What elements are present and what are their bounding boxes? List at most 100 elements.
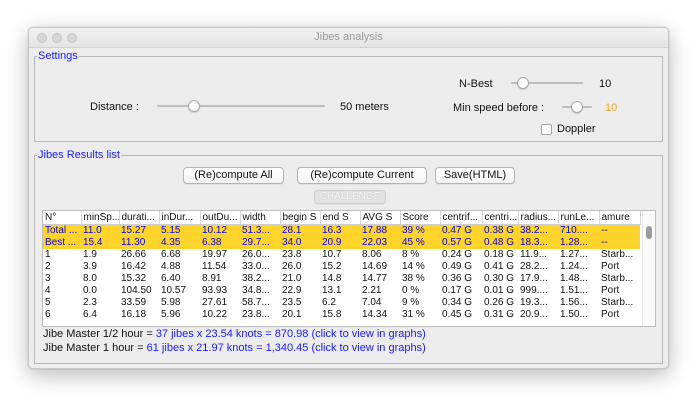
scrollbar-thumb[interactable]	[646, 226, 652, 239]
table-cell: 3.9	[83, 261, 97, 272]
table-row[interactable]: 4 0.0 104.50 10.57 93.93 34.8... 22.9 13.1 2.21 0…	[43, 285, 640, 297]
column-header[interactable]: Score	[400, 211, 441, 225]
column-header[interactable]: runLe...	[558, 211, 600, 225]
min-speed-slider-knob[interactable]	[571, 101, 583, 113]
column-header[interactable]: AVG S	[360, 211, 401, 225]
table-cell: 17.88	[360, 224, 400, 237]
table-vertical-scrollbar[interactable]	[642, 211, 655, 326]
table-cell: 15.2	[322, 261, 342, 272]
jibe-master-hour-link[interactable]: 61 jibes x 21.97 knots = 1,340.45 (click…	[147, 342, 426, 354]
table-cell: 38.2...	[518, 224, 558, 237]
table-cell: 11.0	[81, 224, 119, 237]
table-cell: Port	[601, 285, 620, 296]
table-cell: 0.57 G	[440, 237, 482, 249]
column-header[interactable]: width	[240, 211, 281, 225]
table-cell: 58.7...	[242, 297, 270, 308]
table-cell: 38.2...	[242, 273, 270, 284]
table-cell: Port	[601, 309, 620, 320]
recompute-all-button[interactable]: (Re)compute All	[183, 167, 284, 184]
n-best-slider-knob[interactable]	[517, 77, 529, 89]
table-cell: 23.5	[282, 297, 302, 308]
jibes-analysis-window: Jibes analysis Settings Distance : 50 me…	[28, 27, 669, 369]
min-speed-slider[interactable]	[562, 99, 592, 115]
table-cell: 8.0	[83, 273, 97, 284]
column-header[interactable]: N°	[43, 211, 82, 225]
jibe-master-half-hour[interactable]: Jibe Master 1/2 hour = 37 jibes x 23.54 …	[43, 328, 426, 340]
column-header[interactable]: centri...	[482, 211, 519, 225]
table-cell: 1.51...	[560, 285, 588, 296]
table-cell: 28.1	[280, 224, 320, 237]
settings-legend: Settings	[38, 50, 78, 62]
table-row[interactable]: 2 3.9 16.42 4.88 11.54 33.0... 26.0 15.2 14.69 14…	[43, 261, 640, 273]
table-cell: 3	[45, 273, 51, 284]
table-cell: 6.2	[322, 297, 336, 308]
table-row[interactable]: 6 6.4 16.18 5.96 10.22 23.8... 20.1 15.8 14.34 31…	[43, 309, 640, 321]
table-cell: 8.06	[362, 249, 382, 260]
title-bar: Jibes analysis	[29, 28, 668, 48]
column-header[interactable]: amure	[599, 211, 641, 225]
table-cell: 13.1	[322, 285, 342, 296]
table-cell: 26.66	[121, 249, 147, 260]
column-header[interactable]: begin S	[280, 211, 321, 225]
table-cell: 0.49 G	[442, 261, 473, 272]
settings-panel: Settings Distance : 50 meters N-Best 10 …	[34, 51, 663, 142]
table-cell: 0.24 G	[442, 249, 473, 260]
table-cell: 14 %	[402, 261, 425, 272]
table-cell: 15.4	[81, 237, 119, 249]
table-cell: 0.31 G	[484, 309, 515, 320]
column-header[interactable]: minSp...	[81, 211, 120, 225]
table-cell: 33.0...	[242, 261, 270, 272]
table-cell: 19.97	[202, 249, 228, 260]
column-header[interactable]: centrif...	[440, 211, 483, 225]
column-header[interactable]: end S	[320, 211, 361, 225]
save-html-button[interactable]: Save(HTML)	[435, 167, 515, 184]
summary-row[interactable]: Best ... 15.4 11.30 4.35 6.38 29.7... 34.0 20.9…	[43, 237, 640, 249]
table-cell: 2	[45, 261, 51, 272]
table-cell: 710....	[558, 224, 599, 237]
table-cell: Starb...	[601, 273, 634, 284]
column-header[interactable]: inDur...	[159, 211, 201, 225]
table-row[interactable]: 1 1.9 26.66 6.68 19.97 26.0... 23.8 10.7 8.06 8 %…	[43, 249, 640, 261]
n-best-label: N-Best	[459, 78, 493, 90]
table-cell: 27.61	[202, 297, 228, 308]
table-cell: 16.18	[121, 309, 147, 320]
table-cell: 0.34 G	[442, 297, 473, 308]
summary-row[interactable]: Total ... 11.0 15.27 5.15 10.12 51.3... 28.1 16…	[43, 224, 640, 237]
table-cell: 0.47 G	[440, 224, 482, 237]
table-row[interactable]: 3 8.0 15.32 6.40 8.91 38.2... 21.0 14.8 14.77 38 …	[43, 273, 640, 285]
table-cell: Best ...	[43, 237, 81, 249]
table-cell: 8.91	[202, 273, 222, 284]
table-cell: 5	[45, 297, 51, 308]
table-cell: 20.9...	[520, 309, 548, 320]
table-cell: 6.68	[161, 249, 181, 260]
column-header[interactable]: outDu...	[200, 211, 241, 225]
jibe-master-hour[interactable]: Jibe Master 1 hour = 61 jibes x 21.97 kn…	[43, 342, 426, 354]
min-speed-value: 10	[605, 102, 618, 114]
column-header[interactable]: radius...	[518, 211, 559, 225]
table-cell: Starb...	[601, 249, 634, 260]
distance-slider[interactable]	[157, 98, 325, 114]
table-cell: 0 %	[402, 285, 420, 296]
table-cell: 1.27...	[560, 249, 588, 260]
jibe-master-half-hour-link[interactable]: 37 jibes x 23.54 knots = 870.98 (click t…	[156, 328, 426, 340]
table-cell: 104.50	[121, 285, 152, 296]
table-cell: 31 %	[402, 309, 425, 320]
column-header[interactable]: durati...	[119, 211, 160, 225]
table-cell: 5.98	[161, 297, 181, 308]
jibes-results-table[interactable]: N° minSp... durati... inDur... outDu... width…	[42, 210, 656, 327]
jibe-master-half-hour-prefix: Jibe Master 1/2 hour =	[43, 328, 156, 340]
table-cell: 17.9...	[520, 273, 548, 284]
table-cell: 5.15	[159, 224, 200, 237]
table-cell: 93.93	[202, 285, 228, 296]
distance-slider-knob[interactable]	[188, 100, 200, 112]
table-cell: 45 %	[400, 237, 440, 249]
doppler-checkbox[interactable]	[541, 124, 552, 135]
window-title: Jibes analysis	[314, 31, 383, 43]
n-best-slider[interactable]	[511, 75, 583, 91]
table-row[interactable]: 5 2.3 33.59 5.98 27.61 58.7... 23.5 6.2 7.04 9 % 0…	[43, 297, 640, 309]
table-cell: 11.30	[119, 237, 159, 249]
jibes-results-panel: Jibes Results list (Re)compute All (Re)c…	[34, 150, 663, 364]
table-cell: 1.50...	[560, 309, 588, 320]
results-legend: Jibes Results list	[38, 149, 120, 161]
recompute-current-button[interactable]: (Re)compute Current	[297, 167, 427, 184]
